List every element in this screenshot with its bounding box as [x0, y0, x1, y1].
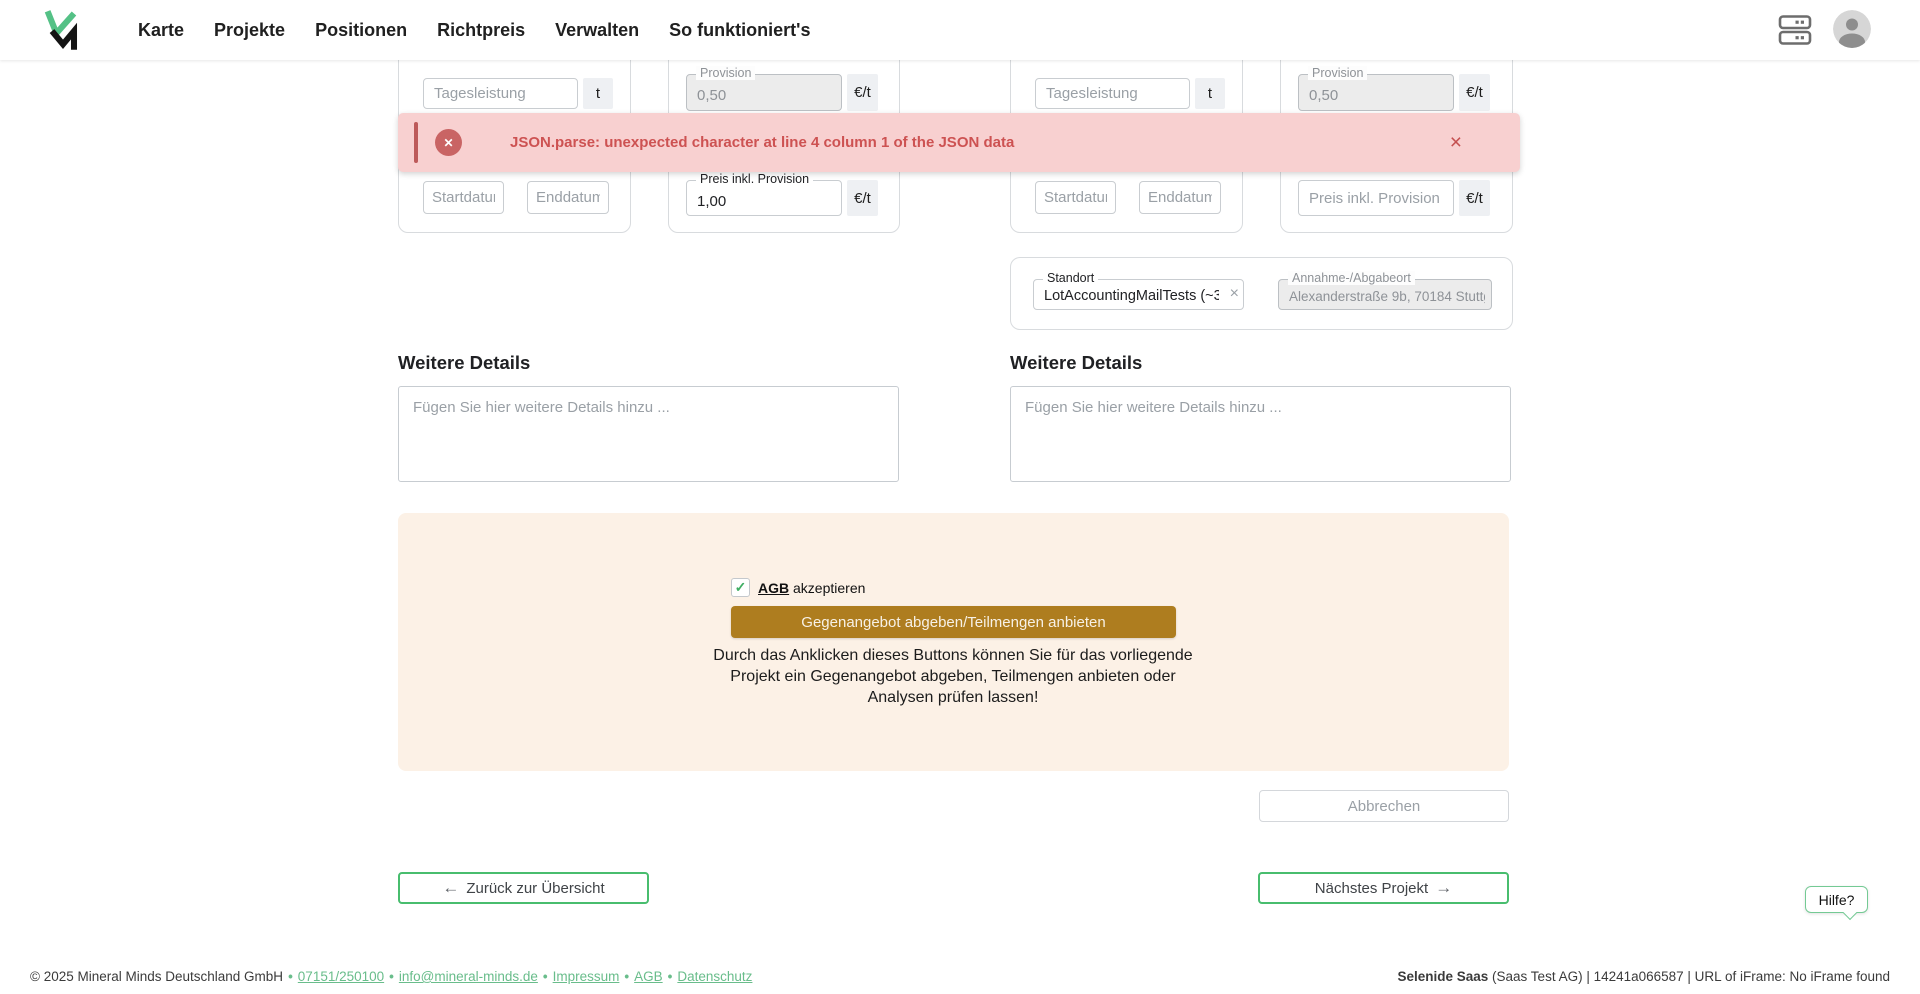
- footer-app-name: Selenide Saas: [1397, 969, 1488, 984]
- next-button-label: Nächstes Projekt: [1315, 880, 1428, 897]
- provision-input: [687, 75, 841, 110]
- agb-link[interactable]: AGB: [758, 580, 789, 596]
- agb-text: akzeptieren: [793, 580, 865, 596]
- separator-dot: •: [543, 969, 548, 984]
- details-heading-left: Weitere Details: [398, 352, 530, 374]
- nav-item-positionen[interactable]: Positionen: [315, 20, 407, 41]
- startdatum-input[interactable]: [423, 181, 504, 214]
- agb-row: ✓ AGB akzeptieren: [731, 578, 865, 597]
- nav-item-verwalten[interactable]: Verwalten: [555, 20, 639, 41]
- unit-label-t: t: [1195, 78, 1225, 109]
- arrow-right-icon: →: [1435, 878, 1452, 898]
- standort-label: Standort: [1043, 271, 1098, 285]
- nav-item-karte[interactable]: Karte: [138, 20, 184, 41]
- unit-label-eur-t: €/t: [1459, 74, 1490, 111]
- footer-link-email[interactable]: info@mineral-minds.de: [399, 969, 538, 984]
- standort-field[interactable]: Standort LotAccountingMailTests (~3 k...…: [1033, 279, 1244, 310]
- details-heading-right: Weitere Details: [1010, 352, 1142, 374]
- back-button-label: Zurück zur Übersicht: [466, 880, 604, 897]
- offer-description-line: Analysen prüfen lassen!: [693, 687, 1213, 708]
- enddatum-input[interactable]: [1139, 181, 1221, 214]
- user-avatar-button[interactable]: [1833, 10, 1871, 48]
- top-navigation-bar: Karte Projekte Positionen Richtpreis Ver…: [0, 0, 1920, 60]
- tagesleistung-input[interactable]: [423, 78, 578, 109]
- footer: © 2025 Mineral Minds Deutschland GmbH • …: [0, 959, 1920, 994]
- footer-link-datenschutz[interactable]: Datenschutz: [677, 969, 752, 984]
- abgabeort-label: Annahme-/Abgabeort: [1288, 271, 1415, 285]
- nav-item-richtpreis[interactable]: Richtpreis: [437, 20, 525, 41]
- details-textarea-right[interactable]: [1010, 386, 1511, 482]
- unit-label-t: t: [583, 78, 613, 109]
- offer-section: ✓ AGB akzeptieren Gegenangebot abgeben/T…: [398, 513, 1509, 771]
- offer-description: Durch das Anklicken dieses Buttons könne…: [693, 645, 1213, 708]
- next-project-button[interactable]: Nächstes Projekt →: [1258, 872, 1509, 904]
- provision-input: [1299, 75, 1453, 110]
- unit-label-eur-t: €/t: [847, 74, 878, 111]
- provision-field: Provision: [1298, 74, 1454, 111]
- counter-offer-button[interactable]: Gegenangebot abgeben/Teilmengen anbieten: [731, 606, 1176, 638]
- agb-label: AGB akzeptieren: [758, 580, 865, 596]
- copyright-text: © 2025 Mineral Minds Deutschland GmbH: [30, 969, 283, 984]
- provision-field: Provision: [686, 74, 842, 111]
- unit-label-eur-t: €/t: [847, 180, 878, 216]
- footer-link-agb[interactable]: AGB: [634, 969, 663, 984]
- abgabeort-value: Alexanderstraße 9b, 70184 Stuttgart: [1289, 289, 1485, 304]
- footer-right: Selenide Saas (Saas Test AG) | 14241a066…: [1397, 969, 1890, 984]
- help-button[interactable]: Hilfe?: [1805, 886, 1868, 913]
- footer-link-impressum[interactable]: Impressum: [553, 969, 620, 984]
- startdatum-input[interactable]: [1035, 181, 1116, 214]
- main-nav: Karte Projekte Positionen Richtpreis Ver…: [138, 0, 810, 60]
- user-icon: [1833, 10, 1871, 48]
- unit-label-eur-t: €/t: [1459, 180, 1490, 216]
- footer-link-phone[interactable]: 07151/250100: [298, 969, 384, 984]
- separator-dot: •: [624, 969, 629, 984]
- logo-icon[interactable]: [44, 8, 82, 52]
- offer-description-line: Projekt ein Gegenangebot abgeben, Teilme…: [693, 666, 1213, 687]
- clear-icon[interactable]: ×: [1230, 285, 1239, 303]
- alert-accent-bar: [414, 122, 418, 163]
- check-icon: ✓: [735, 579, 747, 596]
- enddatum-input[interactable]: [527, 181, 609, 214]
- standort-value: LotAccountingMailTests (~3 k...: [1044, 288, 1219, 304]
- tagesleistung-input[interactable]: [1035, 78, 1190, 109]
- alert-message: JSON.parse: unexpected character at line…: [510, 113, 1014, 172]
- offer-description-line: Durch das Anklicken dieses Buttons könne…: [693, 645, 1213, 666]
- standort-card: Standort LotAccountingMailTests (~3 k...…: [1010, 257, 1513, 330]
- page: Karte Projekte Positionen Richtpreis Ver…: [0, 0, 1920, 994]
- preis-inkl-provision-field: Preis inkl. Provision: [686, 180, 842, 216]
- agb-checkbox[interactable]: ✓: [731, 578, 750, 597]
- details-textarea-left[interactable]: [398, 386, 899, 482]
- abgabeort-field: Annahme-/Abgabeort Alexanderstraße 9b, 7…: [1278, 279, 1492, 310]
- close-icon[interactable]: ×: [1450, 113, 1462, 172]
- cancel-button[interactable]: Abbrechen: [1259, 790, 1509, 822]
- arrow-left-icon: ←: [442, 878, 459, 898]
- separator-dot: •: [389, 969, 394, 984]
- server-stack-icon[interactable]: [1778, 14, 1812, 51]
- separator-dot: •: [288, 969, 293, 984]
- footer-left: © 2025 Mineral Minds Deutschland GmbH • …: [30, 969, 752, 984]
- preis-inkl-provision-input[interactable]: [1298, 180, 1454, 216]
- preis-inkl-provision-input[interactable]: [687, 181, 841, 215]
- back-to-overview-button[interactable]: ← Zurück zur Übersicht: [398, 872, 649, 904]
- separator-dot: •: [668, 969, 673, 984]
- error-alert: ✕ JSON.parse: unexpected character at li…: [398, 113, 1520, 172]
- footer-env-info: (Saas Test AG) | 14241a066587 | URL of i…: [1488, 969, 1890, 984]
- nav-item-projekte[interactable]: Projekte: [214, 20, 285, 41]
- nav-item-so-funktionierts[interactable]: So funktioniert's: [669, 20, 810, 41]
- error-icon: ✕: [435, 129, 462, 156]
